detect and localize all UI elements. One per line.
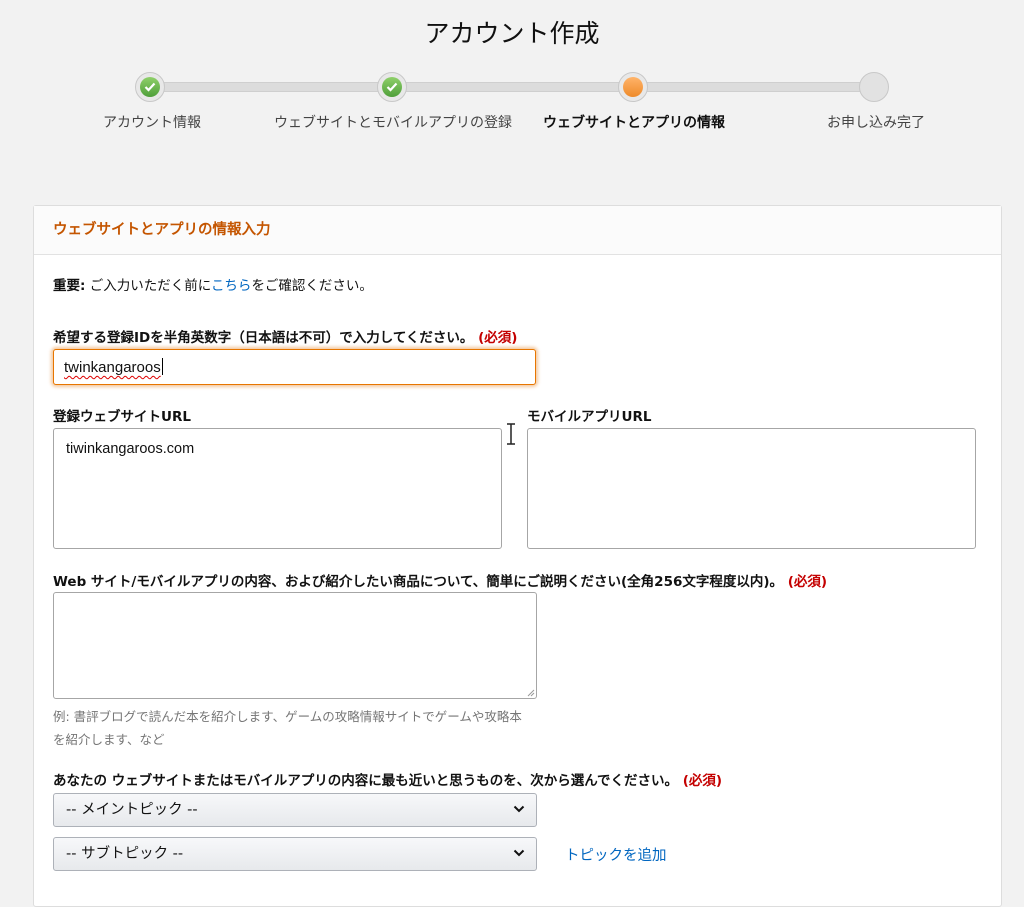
notice-text-after: をご確認ください。 <box>251 278 373 294</box>
page-title: アカウント作成 <box>424 19 600 48</box>
step-3-label: ウェブサイトとアプリの情報 <box>543 115 725 131</box>
step-2-indicator <box>377 72 407 102</box>
panel-header: ウェブサイトとアプリの情報入力 <box>34 206 1001 255</box>
store-id-input[interactable]: twinkangaroos <box>53 349 536 385</box>
main-topic-select[interactable]: -- メイントピック -- <box>53 793 537 827</box>
description-label-text: Web サイト/モバイルアプリの内容、および紹介したい商品について、簡単にご説明… <box>53 574 784 590</box>
chevron-down-icon <box>513 849 525 857</box>
required-marker: (必須) <box>682 773 723 789</box>
step-2-label: ウェブサイトとモバイルアプリの登録 <box>274 115 512 131</box>
check-icon <box>144 82 156 92</box>
website-url-label: 登録ウェブサイトURL <box>53 409 191 425</box>
main-topic-value: -- メイントピック -- <box>66 802 198 818</box>
chevron-down-icon <box>513 805 525 813</box>
store-id-label-text: 希望する登録IDを半角英数字（日本語は不可）で入力してください。 <box>53 330 474 346</box>
topic-label: あなたの ウェブサイトまたはモバイルアプリの内容に最も近いと思うものを、次から選… <box>53 769 993 789</box>
step-1-label: アカウント情報 <box>103 115 201 131</box>
sub-topic-select[interactable]: -- サブトピック -- <box>53 837 537 871</box>
step-4-label: お申し込み完了 <box>827 115 925 131</box>
website-url-value: tiwinkangaroos.com <box>66 441 195 457</box>
step-3-indicator <box>618 72 648 102</box>
description-label: Web サイト/モバイルアプリの内容、および紹介したい商品について、簡単にご説明… <box>53 570 993 590</box>
store-id-label: 希望する登録IDを半角英数字（日本語は不可）で入力してください。 (必須) <box>53 326 517 346</box>
important-notice: 重要: ご入力いただく前にこちらをご確認ください。 <box>53 274 373 294</box>
check-icon <box>386 82 398 92</box>
info-form-panel: ウェブサイトとアプリの情報入力 重要: ご入力いただく前にこちらをご確認ください… <box>33 205 1002 907</box>
add-topic-link[interactable]: トピックを追加 <box>565 844 667 865</box>
sub-topic-value: -- サブトピック -- <box>66 846 184 862</box>
required-marker: (必須) <box>787 574 828 590</box>
notice-link[interactable]: こちら <box>211 278 252 294</box>
notice-bold: 重要: <box>53 278 86 294</box>
topic-label-text: あなたの ウェブサイトまたはモバイルアプリの内容に最も近いと思うものを、次から選… <box>53 773 679 789</box>
mobile-url-label: モバイルアプリURL <box>527 409 652 425</box>
stepper-track <box>150 82 874 92</box>
store-id-value: twinkangaroos <box>64 359 161 376</box>
description-hint: 例: 書評ブログで読んだ本を紹介します、ゲームの攻略情報サイトでゲームや攻略本を… <box>53 709 522 747</box>
description-textarea[interactable] <box>53 592 537 699</box>
required-marker: (必須) <box>478 330 518 346</box>
website-url-textarea[interactable]: tiwinkangaroos.com <box>53 428 502 549</box>
progress-stepper: アカウント情報 ウェブサイトとモバイルアプリの登録 ウェブサイトとアプリの情報 … <box>0 70 1024 170</box>
step-4-indicator <box>859 72 889 102</box>
step-1-indicator <box>135 72 165 102</box>
text-caret <box>161 358 163 375</box>
mobile-url-textarea[interactable] <box>527 428 976 549</box>
notice-text-before: ご入力いただく前に <box>85 278 211 294</box>
resize-grip-icon[interactable] <box>526 688 535 697</box>
text-cursor-icon <box>507 423 515 445</box>
